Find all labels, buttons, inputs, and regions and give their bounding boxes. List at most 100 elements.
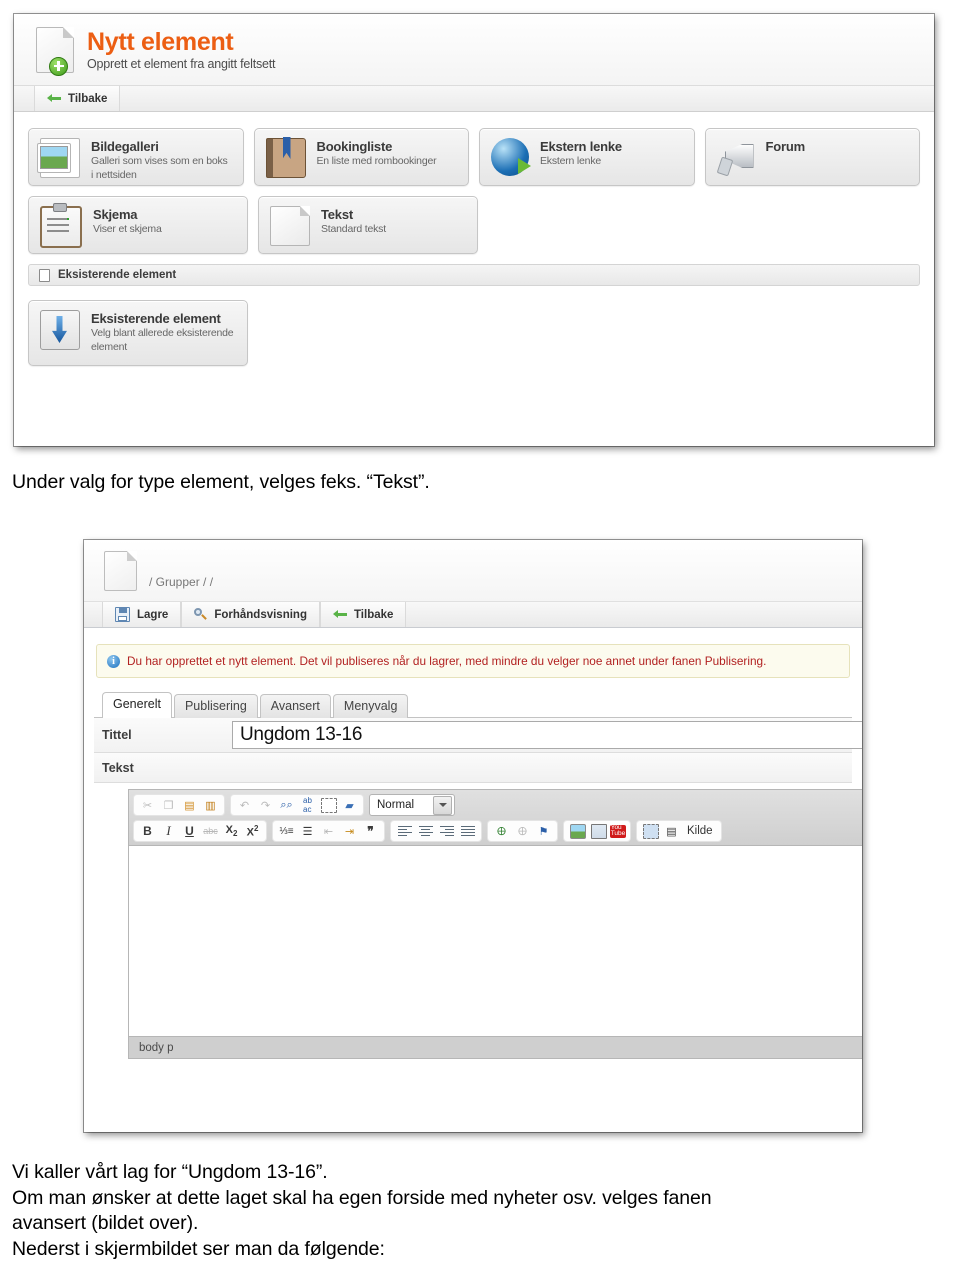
tab-avansert[interactable]: Avansert	[259, 694, 331, 718]
select-all-icon[interactable]	[319, 796, 338, 814]
outdent-icon[interactable]: ⇤	[319, 822, 338, 840]
download-into-folder-icon	[40, 310, 80, 350]
info-icon: i	[107, 654, 120, 668]
new-document-icon	[36, 26, 74, 76]
section-header-existing-element: Eksisterende element	[28, 264, 920, 286]
tab-publisering[interactable]: Publisering	[173, 694, 258, 718]
paragraph-two-line-4: Nederst i skjermbildet ser man da følgen…	[12, 1237, 385, 1260]
unlink-icon[interactable]: 🜨	[513, 822, 532, 840]
card-description: En liste med rombookinger	[316, 155, 437, 167]
editor-toolbar-row-2: B I U abc X2 X2 ⅓≡ ☰ ⇤ ⇥ ❞ 🜨 🜨 ⚑ You Tub…	[133, 820, 861, 842]
chevron-down-icon[interactable]	[433, 795, 452, 815]
copy-icon[interactable]: ❐	[159, 796, 178, 814]
bold-icon[interactable]: B	[138, 822, 157, 840]
subscript-icon[interactable]: X2	[222, 822, 241, 840]
redo-icon[interactable]: ↷	[256, 796, 275, 814]
existing-card-row: Eksisterende element Velg blant allerede…	[28, 300, 920, 366]
cut-icon[interactable]: ✂	[138, 796, 157, 814]
card-title: Eksisterende element	[91, 311, 221, 326]
document-icon	[104, 550, 137, 591]
element-card-bildegalleri[interactable]: Bildegalleri Galleri som vises som en bo…	[28, 128, 244, 186]
paste-icon[interactable]: ▤	[180, 796, 199, 814]
card-title: Bookingliste	[316, 139, 393, 154]
text-label: Tekst	[102, 760, 134, 775]
card-title: Forum	[765, 139, 806, 154]
tab-generelt[interactable]: Generelt	[102, 692, 172, 718]
replace-icon[interactable]: ab ac	[298, 796, 317, 814]
numbered-list-icon[interactable]: ⅓≡	[277, 822, 296, 840]
card-text: Ekstern lenke Ekstern lenke	[540, 138, 622, 169]
format-select[interactable]: Normal	[369, 794, 455, 816]
card-description: Standard tekst	[321, 223, 386, 235]
existing-element-chooser: Eksisterende element Velg blant allerede…	[14, 286, 934, 366]
paste-word-icon[interactable]: ▥	[201, 796, 220, 814]
youtube-icon[interactable]: You Tube	[610, 824, 626, 838]
history-and-find-group: ↶ ↷ ⌕⌕ ab ac ▰	[230, 794, 364, 816]
s1-toolbar: Tilbake	[14, 86, 934, 112]
italic-icon[interactable]: I	[159, 822, 178, 840]
element-card-tekst[interactable]: Tekst Standard tekst	[258, 196, 478, 254]
clipboard-icon	[40, 203, 82, 248]
underline-icon[interactable]: U	[180, 822, 199, 840]
element-card-eksisterende-element[interactable]: Eksisterende element Velg blant allerede…	[28, 300, 248, 366]
anchor-icon[interactable]: ⚑	[534, 822, 553, 840]
breadcrumb: / Grupper / /	[149, 575, 214, 589]
remove-format-icon[interactable]: ▰	[340, 796, 359, 814]
element-card-skjema[interactable]: Skjema Viser et skjema	[28, 196, 248, 254]
alignment-group	[390, 820, 482, 842]
align-left-icon[interactable]	[395, 822, 414, 840]
preview-button[interactable]: Forhåndsvisning	[181, 602, 320, 627]
find-icon[interactable]: ⌕⌕	[277, 796, 296, 814]
format-select-value: Normal	[377, 799, 415, 811]
screenshot-element-editor: / Grupper / / Lagre Forhåndsvisning Tilb…	[84, 540, 862, 1132]
align-right-icon[interactable]	[437, 822, 456, 840]
editor-text-area[interactable]	[129, 846, 862, 1036]
editor-toolbar-row-1: ✂ ❐ ▤ ▥ ↶ ↷ ⌕⌕ ab ac ▰ Normal	[133, 794, 861, 816]
card-title: Skjema	[93, 207, 138, 222]
source-button-label[interactable]: Kilde	[683, 825, 717, 837]
link-group: 🜨 🜨 ⚑	[487, 820, 558, 842]
table-icon[interactable]	[589, 822, 608, 840]
indent-icon[interactable]: ⇥	[340, 822, 359, 840]
save-button[interactable]: Lagre	[102, 602, 182, 627]
title-field-row: Tittel Ungdom 13-16	[94, 718, 862, 753]
align-center-icon[interactable]	[416, 822, 435, 840]
back-button-label: Tilbake	[68, 92, 108, 105]
page-icon	[270, 206, 310, 246]
screenshot-new-element: Nytt element Opprett et element fra angi…	[14, 14, 934, 446]
editor-tabs: Generelt Publisering Avansert Menyvalg	[102, 692, 852, 718]
card-description: Galleri som vises som en boks i nettside…	[91, 155, 228, 181]
element-card-ekstern-lenke[interactable]: Ekstern lenke Ekstern lenke	[479, 128, 695, 186]
paragraph-two-line-3: avansert (bildet over).	[12, 1212, 199, 1234]
strikethrough-icon[interactable]: abc	[201, 822, 220, 840]
back-button[interactable]: Tilbake	[319, 602, 407, 627]
link-icon[interactable]: 🜨	[492, 822, 511, 840]
element-card-bookingliste[interactable]: Bookingliste En liste med rombookinger	[253, 128, 469, 186]
superscript-icon[interactable]: X2	[243, 822, 262, 840]
undo-icon[interactable]: ↶	[235, 796, 254, 814]
text-label-row: Tekst	[94, 753, 852, 783]
bulleted-list-icon[interactable]: ☰	[298, 822, 317, 840]
tools-group: ▤ Kilde	[636, 820, 722, 842]
floppy-disk-icon	[115, 607, 130, 622]
rich-text-editor: ✂ ❐ ▤ ▥ ↶ ↷ ⌕⌕ ab ac ▰ Normal B I U abc …	[128, 789, 862, 1059]
title-input[interactable]: Ungdom 13-16	[232, 721, 862, 749]
tab-menyvalg[interactable]: Menyvalg	[332, 694, 409, 718]
align-justify-icon[interactable]	[458, 822, 477, 840]
element-card-forum[interactable]: Forum	[704, 128, 920, 186]
card-title: Ekstern lenke	[540, 139, 622, 154]
new-element-header: Nytt element Opprett et element fra angi…	[14, 14, 934, 86]
document-icon	[39, 268, 50, 282]
header-titles: Nytt element Opprett et element fra angi…	[87, 28, 276, 71]
card-text: Tekst Standard tekst	[321, 206, 386, 237]
card-title: Bildegalleri	[91, 139, 159, 154]
image-icon[interactable]	[568, 822, 587, 840]
info-notice: i Du har opprettet et nytt element. Det …	[96, 644, 850, 678]
template-icon[interactable]: ▤	[662, 822, 681, 840]
editor-header: / Grupper / /	[84, 540, 862, 602]
insert-group: You Tube	[563, 820, 631, 842]
back-button[interactable]: Tilbake	[34, 86, 121, 111]
card-text: Forum	[765, 138, 806, 155]
blockquote-icon[interactable]: ❞	[361, 822, 380, 840]
flash-icon[interactable]	[641, 822, 660, 840]
